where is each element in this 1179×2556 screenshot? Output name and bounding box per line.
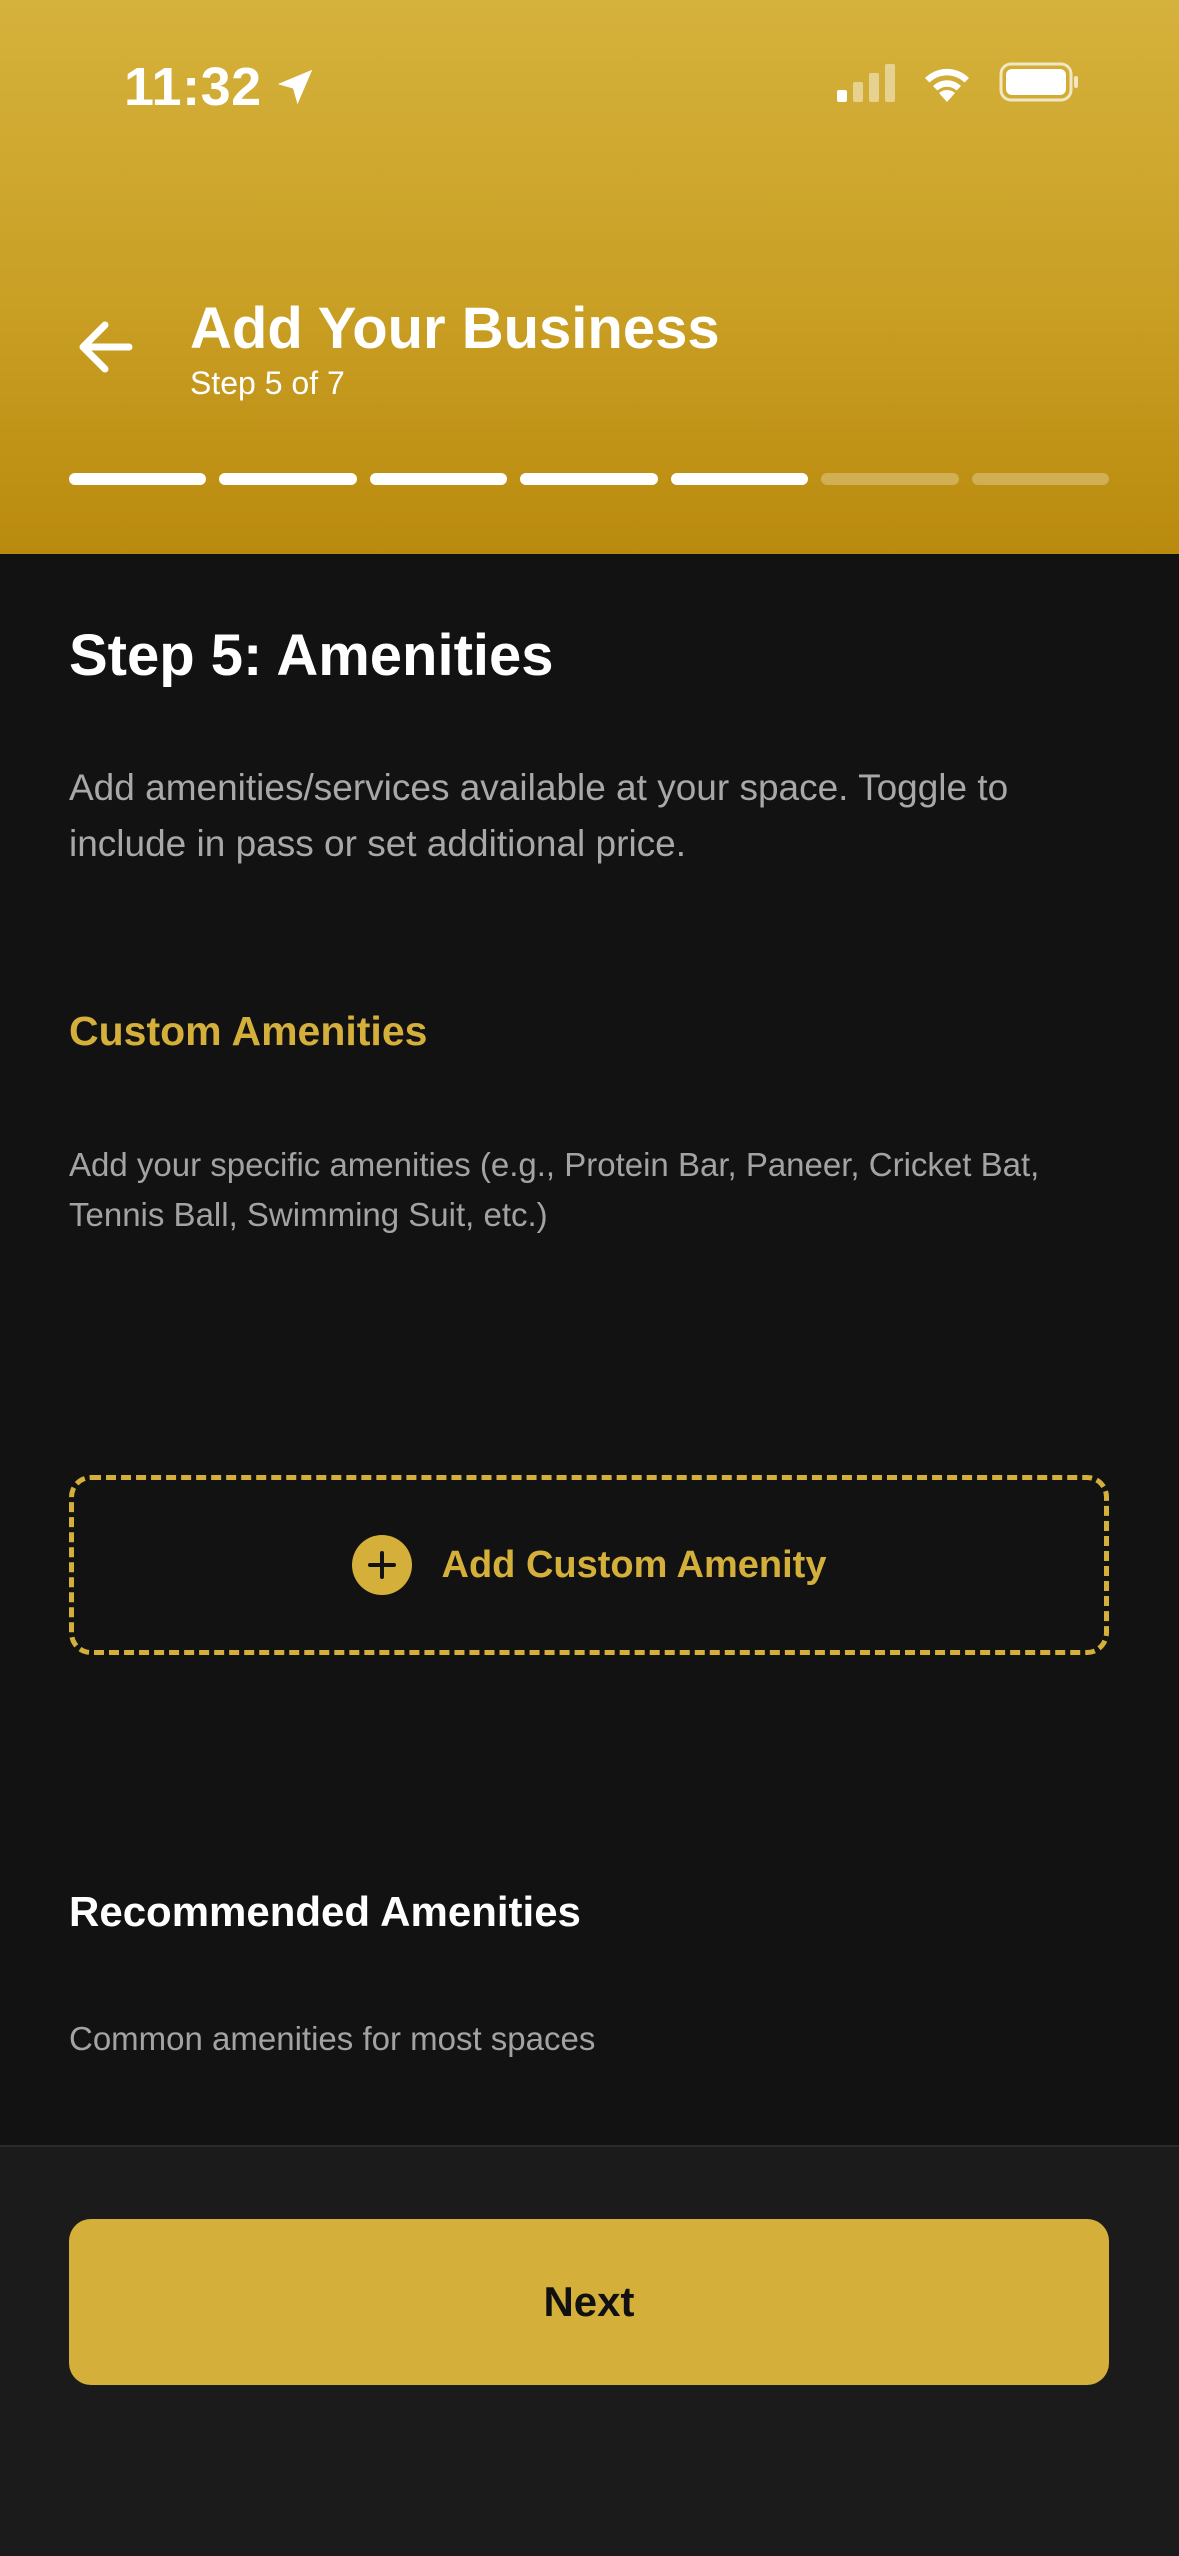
next-button[interactable]: Next bbox=[69, 2219, 1109, 2385]
status-time: 11:32 bbox=[124, 52, 318, 122]
footer: Next bbox=[0, 2145, 1179, 2556]
custom-amenities-title: Custom Amenities bbox=[69, 1008, 428, 1054]
recommended-amenities-title: Recommended Amenities bbox=[69, 1888, 581, 1935]
add-custom-amenity-button[interactable]: Add Custom Amenity bbox=[69, 1475, 1109, 1655]
step-description: Add amenities/services available at your… bbox=[69, 767, 1009, 864]
wifi-icon bbox=[925, 68, 969, 102]
progress-bar bbox=[69, 473, 1109, 485]
plus-circle-icon bbox=[351, 1535, 412, 1595]
step-indicator: Step 5 of 7 bbox=[190, 365, 345, 401]
header: 11:32 Add Your Business Step 5 of 7 bbox=[0, 0, 1179, 554]
add-custom-amenity-label: Add Custom Amenity bbox=[441, 1543, 827, 1586]
progress-segment bbox=[520, 473, 658, 485]
recommended-amenities-description: Common amenities for most spaces bbox=[69, 2020, 596, 2057]
progress-segment bbox=[821, 473, 959, 485]
status-indicators bbox=[837, 62, 1079, 102]
screen: 11:32 Add Your Business Step 5 of 7 Step… bbox=[0, 0, 1179, 2556]
location-arrow-icon bbox=[277, 69, 312, 105]
progress-segment bbox=[971, 473, 1109, 485]
custom-amenities-description: Add your specific amenities (e.g., Prote… bbox=[69, 1146, 1040, 1233]
status-time-text: 11:32 bbox=[124, 57, 262, 117]
back-arrow-icon bbox=[79, 321, 133, 373]
step-heading: Step 5: Amenities bbox=[69, 623, 554, 688]
battery-icon bbox=[999, 62, 1078, 102]
progress-segment bbox=[219, 473, 357, 485]
progress-segment bbox=[670, 473, 809, 485]
page-title: Add Your Business bbox=[190, 296, 720, 361]
back-button[interactable] bbox=[70, 312, 140, 382]
progress-segment bbox=[69, 473, 207, 485]
cellular-signal-icon bbox=[837, 64, 895, 102]
progress-segment bbox=[369, 473, 508, 485]
